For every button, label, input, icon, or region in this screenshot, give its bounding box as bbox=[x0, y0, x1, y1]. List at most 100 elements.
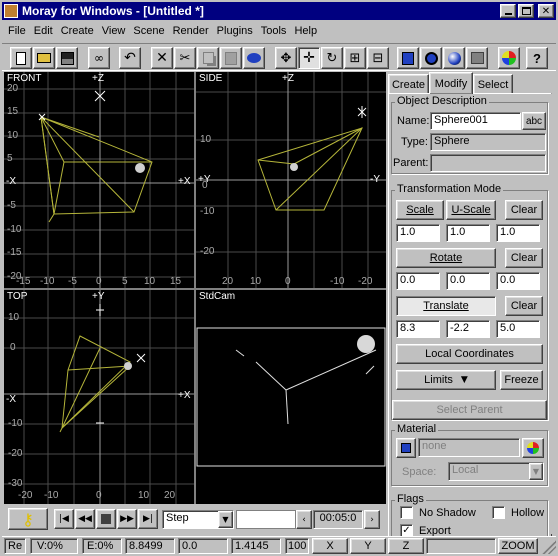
clone-button[interactable] bbox=[243, 47, 265, 69]
cut-button[interactable]: ✂ bbox=[174, 47, 196, 69]
stop-button[interactable] bbox=[96, 509, 116, 529]
resize-grip[interactable] bbox=[542, 538, 556, 554]
menu-file[interactable]: File bbox=[2, 25, 30, 37]
viewport-camera[interactable]: StdCam bbox=[196, 290, 386, 504]
scale-tool-button[interactable]: ⊞ bbox=[344, 47, 366, 69]
zoom-button[interactable]: ZOOM bbox=[498, 538, 538, 554]
front-y-tick: 5 bbox=[7, 153, 13, 164]
space-chevron-down-icon: ▼ bbox=[529, 463, 543, 480]
limits-button[interactable]: Limits ▼ bbox=[396, 370, 496, 390]
open-button[interactable] bbox=[33, 47, 55, 69]
material-palette-button[interactable] bbox=[522, 438, 544, 458]
abc-button[interactable]: abc bbox=[522, 112, 546, 130]
close-button[interactable]: ✕ bbox=[538, 4, 554, 18]
front-y-tick: 20 bbox=[7, 83, 19, 94]
hollow-checkbox[interactable]: Hollow bbox=[492, 506, 544, 519]
fast-forward-button[interactable]: ▶▶ bbox=[117, 509, 137, 529]
menu-view[interactable]: View bbox=[98, 25, 130, 37]
menu-plugins[interactable]: Plugins bbox=[213, 25, 257, 37]
binoculars-icon: ∞ bbox=[94, 51, 104, 65]
hollow-box bbox=[492, 506, 505, 519]
material-browse-button[interactable] bbox=[396, 438, 416, 458]
timeline-prev-button[interactable]: ‹ bbox=[296, 510, 312, 529]
minimize-button[interactable] bbox=[500, 4, 516, 18]
translate-z-input[interactable]: 5.0 bbox=[496, 320, 540, 338]
rotate-y-input[interactable]: 0.0 bbox=[446, 272, 490, 290]
name-input[interactable]: Sphere001 bbox=[430, 112, 521, 130]
render-preview-button[interactable]: ∞ bbox=[88, 47, 110, 69]
axis-y-toggle[interactable]: Y bbox=[350, 538, 386, 554]
scale-button[interactable]: Scale bbox=[396, 200, 444, 220]
panel-scrollbar[interactable] bbox=[549, 94, 556, 534]
playback-mode-select[interactable]: Step ▼ bbox=[162, 510, 234, 529]
go-end-button[interactable]: ▶| bbox=[138, 509, 158, 529]
menu-render[interactable]: Render bbox=[169, 25, 213, 37]
viewport-side-title[interactable]: SIDE bbox=[199, 73, 222, 84]
no-shadow-checkbox[interactable]: No Shadow bbox=[400, 506, 476, 519]
rotate-button[interactable]: Rotate bbox=[396, 248, 496, 268]
menu-help[interactable]: Help bbox=[290, 25, 321, 37]
rotate-z-input[interactable]: 0.0 bbox=[496, 272, 540, 290]
chevron-down-icon: ▼ bbox=[218, 511, 233, 528]
rotate-x-input[interactable]: 0.0 bbox=[396, 272, 440, 290]
tab-modify[interactable]: Modify bbox=[429, 72, 473, 94]
menu-tools[interactable]: Tools bbox=[257, 25, 291, 37]
object-browser-button[interactable] bbox=[420, 47, 442, 69]
u-scale-button[interactable]: U-Scale bbox=[446, 200, 496, 220]
move-tool-button[interactable]: ✛ bbox=[298, 47, 320, 69]
properties-button[interactable] bbox=[397, 47, 419, 69]
tab-create[interactable]: Create bbox=[388, 74, 429, 94]
new-button[interactable] bbox=[10, 47, 32, 69]
scale-z-input[interactable]: 1.0 bbox=[496, 224, 540, 242]
translate-x-input[interactable]: 8.3 bbox=[396, 320, 440, 338]
viewport-camera-title[interactable]: StdCam bbox=[199, 291, 235, 302]
scale-x-input[interactable]: 1.0 bbox=[396, 224, 440, 242]
translate-button[interactable]: Translate bbox=[396, 296, 496, 316]
viewport-top-title[interactable]: TOP bbox=[7, 291, 27, 302]
clear-scale-button[interactable]: Clear bbox=[505, 200, 543, 220]
render-options-button[interactable] bbox=[466, 47, 488, 69]
maximize-button[interactable] bbox=[518, 4, 534, 18]
timeline-next-button[interactable]: › bbox=[364, 510, 380, 529]
front-y-tick: -15 bbox=[7, 247, 22, 258]
local-coordinates-button[interactable]: Local Coordinates bbox=[396, 344, 543, 364]
go-start-button[interactable]: |◀ bbox=[54, 509, 74, 529]
side-y-tick: -20 bbox=[200, 246, 215, 257]
viewport-top[interactable]: TOP +Y -X +X 10 0 -10 -20 -30 -20 -10 0 … bbox=[4, 290, 194, 504]
export-checkbox[interactable]: ✓ Export bbox=[400, 524, 451, 536]
undo-button[interactable]: ↶ bbox=[119, 47, 141, 69]
axis-x-toggle[interactable]: X bbox=[312, 538, 348, 554]
tab-select[interactable]: Select bbox=[473, 74, 513, 94]
viewport-front[interactable]: FRONT +Z -X +X 20 15 10 5 -5 -10 -15 -20… bbox=[4, 72, 194, 288]
delete-button[interactable]: ✕ bbox=[151, 47, 173, 69]
rewind-button[interactable]: ◀◀ bbox=[75, 509, 95, 529]
save-button[interactable] bbox=[56, 47, 78, 69]
timeline-slider[interactable]: ‹ 00:05:0 › bbox=[236, 510, 386, 529]
status-grid: 100 bbox=[285, 538, 309, 554]
parent-label: Parent: bbox=[393, 157, 429, 169]
paste-button[interactable] bbox=[220, 47, 242, 69]
limits-dropdown-icon: ▼ bbox=[460, 375, 468, 385]
render-button[interactable] bbox=[443, 47, 465, 69]
grid-button[interactable]: ⊟ bbox=[367, 47, 389, 69]
select-parent-button: Select Parent bbox=[392, 400, 547, 420]
clear-rotate-button[interactable]: Clear bbox=[505, 248, 543, 268]
keyframe-button[interactable]: ⚷ bbox=[8, 508, 48, 530]
clear-translate-button[interactable]: Clear bbox=[505, 296, 543, 316]
viewport-side[interactable]: SIDE +Z +Y -Y 10 0 -10 -20 20 10 0 -10 -… bbox=[196, 72, 386, 288]
rotate-tool-button[interactable]: ↻ bbox=[321, 47, 343, 69]
materials-button[interactable] bbox=[498, 47, 520, 69]
material-title: Material bbox=[395, 423, 439, 435]
help-button[interactable]: ? bbox=[526, 47, 548, 69]
scale-y-input[interactable]: 1.0 bbox=[446, 224, 490, 242]
menu-create[interactable]: Create bbox=[57, 25, 98, 37]
copy-button[interactable] bbox=[197, 47, 219, 69]
menu-scene[interactable]: Scene bbox=[129, 25, 168, 37]
app-icon bbox=[4, 4, 18, 18]
axis-z-toggle[interactable]: Z bbox=[388, 538, 424, 554]
select-tool-button[interactable]: ✥ bbox=[275, 47, 297, 69]
freeze-button[interactable]: Freeze bbox=[500, 370, 543, 390]
menu-edit[interactable]: Edit bbox=[30, 25, 57, 37]
translate-y-input[interactable]: -2.2 bbox=[446, 320, 490, 338]
front-x-tick: -15 bbox=[16, 276, 31, 287]
